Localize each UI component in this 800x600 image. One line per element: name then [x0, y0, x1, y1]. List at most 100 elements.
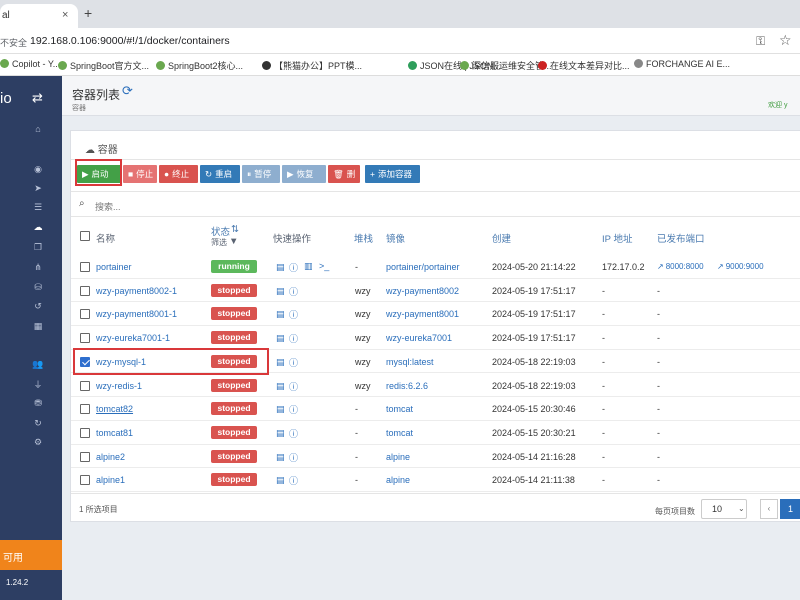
image-link[interactable]: wzy-eureka7001: [386, 333, 452, 343]
col-ports[interactable]: 已发布端口: [657, 231, 705, 245]
logs-icon[interactable]: ▤: [276, 475, 285, 486]
inspect-icon[interactable]: ⓘ: [289, 285, 298, 298]
action-button[interactable]: + 添加容器: [365, 165, 420, 183]
image-link[interactable]: wzy-payment8002: [386, 286, 459, 296]
browser-tab[interactable]: al ×: [0, 4, 78, 28]
settings-icon[interactable]: ⚙: [32, 437, 44, 448]
select-all-checkbox[interactable]: [80, 231, 90, 241]
console-icon[interactable]: >_: [319, 261, 329, 271]
registries-icon[interactable]: ⛃: [32, 398, 44, 409]
action-button[interactable]: ↻ 重启: [200, 165, 240, 183]
bookmark-item[interactable]: SpringBoot官方文...: [58, 59, 149, 72]
container-name-link[interactable]: wzy-redis-1: [96, 381, 142, 391]
close-tab-icon[interactable]: ×: [62, 9, 68, 21]
image-link[interactable]: redis:6.2.6: [386, 381, 428, 391]
logs-icon[interactable]: ▤: [276, 404, 285, 415]
current-page-button[interactable]: 1: [780, 499, 800, 519]
row-checkbox[interactable]: [80, 380, 90, 391]
container-name-link[interactable]: alpine2: [96, 452, 125, 462]
per-page-select[interactable]: 10 ⌄: [701, 499, 747, 519]
row-checkbox[interactable]: [80, 285, 90, 296]
action-button[interactable]: ■ 停止: [123, 165, 157, 183]
image-link[interactable]: alpine: [386, 452, 410, 462]
logs-icon[interactable]: ▤: [276, 333, 285, 344]
col-stack[interactable]: 堆栈: [354, 231, 373, 245]
events-icon[interactable]: ↺: [32, 301, 44, 312]
row-checkbox[interactable]: [80, 262, 90, 272]
row-checkbox[interactable]: [80, 427, 90, 438]
inspect-icon[interactable]: ⓘ: [289, 403, 298, 416]
logs-icon[interactable]: ▤: [276, 309, 285, 320]
filter-label[interactable]: 筛选: [211, 237, 227, 248]
switch-env-icon[interactable]: ⇄: [32, 90, 43, 106]
stacks-icon[interactable]: ☰: [32, 202, 44, 213]
bookmark-item[interactable]: 在线文本差异对比...: [538, 59, 630, 72]
host-icon[interactable]: ▦: [32, 321, 44, 332]
filter-icon[interactable]: ▼: [229, 236, 238, 247]
templates-icon[interactable]: ➤: [32, 183, 44, 194]
container-name-link[interactable]: tomcat81: [96, 428, 133, 438]
image-link[interactable]: tomcat: [386, 404, 413, 414]
image-link[interactable]: portainer/portainer: [386, 262, 460, 272]
images-icon[interactable]: ❐: [32, 242, 44, 253]
inspect-icon[interactable]: ⓘ: [289, 380, 298, 393]
col-ip[interactable]: IP 地址: [602, 231, 632, 245]
action-button[interactable]: ● 终止: [159, 165, 198, 183]
inspect-icon[interactable]: ⓘ: [289, 332, 298, 345]
inspect-icon[interactable]: ⓘ: [289, 261, 298, 274]
inspect-icon[interactable]: ⓘ: [289, 308, 298, 321]
logs-icon[interactable]: ▤: [276, 286, 285, 297]
col-state[interactable]: 状态: [211, 224, 230, 238]
refresh-icon[interactable]: ⟳: [122, 83, 133, 99]
prev-page-button[interactable]: ‹: [760, 499, 778, 519]
sort-icon[interactable]: ⇅: [231, 224, 239, 235]
update-available-banner[interactable]: 可用: [0, 540, 62, 570]
bookmark-item[interactable]: Copilot - Y...: [0, 59, 60, 69]
search-bar[interactable]: ⌕ 搜索...: [71, 191, 800, 217]
bookmark-item[interactable]: 【熊猫办公】PPT模...: [262, 59, 362, 72]
col-name[interactable]: 名称: [96, 231, 115, 245]
bookmark-star-icon[interactable]: ☆: [779, 32, 792, 49]
containers-icon[interactable]: ☁: [32, 222, 44, 233]
image-link[interactable]: alpine: [386, 475, 410, 485]
row-checkbox[interactable]: [80, 309, 90, 320]
action-button[interactable]: 🗑 删除: [328, 165, 360, 197]
container-name-link[interactable]: alpine1: [96, 475, 125, 485]
action-button[interactable]: ⏸ 暂停: [242, 165, 280, 183]
search-input[interactable]: 搜索...: [95, 200, 121, 213]
logs-icon[interactable]: ▤: [276, 428, 285, 439]
address-bar[interactable]: 不安全 192.168.0.106:9000/#!/1/docker/conta…: [0, 28, 800, 54]
logs-icon[interactable]: ▤: [276, 452, 285, 463]
row-checkbox[interactable]: [80, 333, 90, 344]
published-port-link[interactable]: ↗ 8000:8000: [657, 262, 704, 271]
col-image[interactable]: 镜像: [386, 231, 405, 245]
users-icon[interactable]: 👥: [32, 359, 44, 370]
dashboard-icon[interactable]: ◉: [32, 164, 44, 175]
bookmark-item[interactable]: SpringBoot2核心...: [156, 59, 243, 72]
inspect-icon[interactable]: ⓘ: [289, 474, 298, 487]
home-icon[interactable]: ⌂: [32, 124, 44, 134]
row-checkbox[interactable]: [80, 451, 90, 462]
auth-logs-icon[interactable]: ↻: [32, 418, 44, 429]
inspect-icon[interactable]: ⓘ: [289, 427, 298, 440]
container-name-link[interactable]: portainer: [96, 262, 132, 272]
insecure-badge[interactable]: 不安全: [0, 36, 27, 49]
container-name-link[interactable]: wzy-payment8002-1: [96, 286, 177, 296]
published-port-link[interactable]: ↗ 9000:9000: [717, 262, 764, 271]
bookmark-item[interactable]: FORCHANGE AI E...: [634, 59, 730, 69]
container-name-link[interactable]: tomcat82: [96, 404, 133, 414]
logs-icon[interactable]: ▤: [276, 357, 285, 368]
volumes-icon[interactable]: ⛁: [32, 282, 44, 293]
col-created[interactable]: 创建: [492, 231, 511, 245]
row-checkbox[interactable]: [80, 404, 90, 415]
container-name-link[interactable]: wzy-payment8001-1: [96, 309, 177, 319]
stats-icon[interactable]: ▥: [304, 261, 313, 272]
logs-icon[interactable]: ▤: [276, 381, 285, 392]
networks-icon[interactable]: ⋔: [32, 262, 44, 273]
image-link[interactable]: tomcat: [386, 428, 413, 438]
inspect-icon[interactable]: ⓘ: [289, 356, 298, 369]
row-checkbox[interactable]: [80, 475, 90, 486]
url-text[interactable]: 192.168.0.106:9000/#!/1/docker/container…: [30, 35, 230, 47]
container-name-link[interactable]: wzy-eureka7001-1: [96, 333, 170, 343]
image-link[interactable]: mysql:latest: [386, 357, 434, 367]
